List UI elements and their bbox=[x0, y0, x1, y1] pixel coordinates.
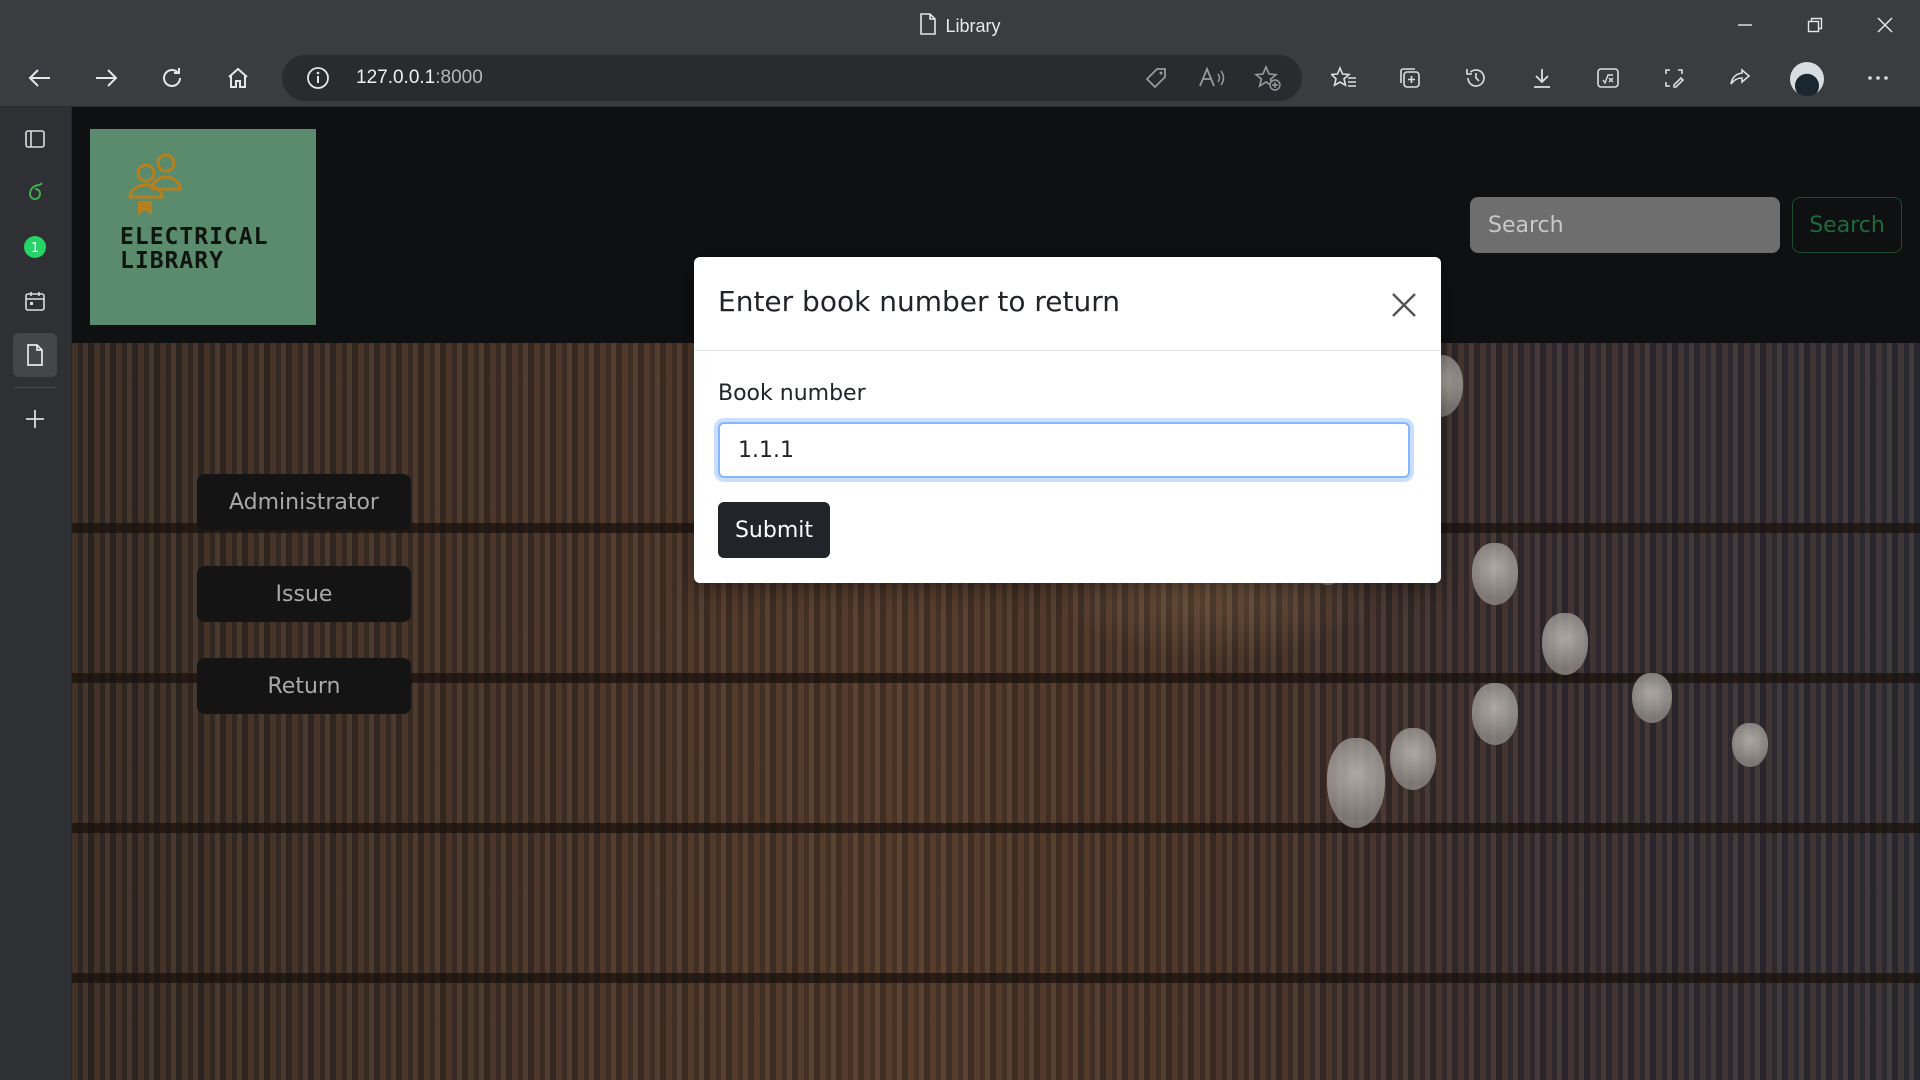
window-title: Library bbox=[0, 13, 1920, 40]
forward-button[interactable] bbox=[86, 58, 126, 98]
title-bar: Library bbox=[0, 0, 1920, 50]
home-button[interactable] bbox=[218, 58, 258, 98]
collections-icon[interactable] bbox=[1390, 58, 1430, 98]
page-panel-icon[interactable] bbox=[13, 333, 57, 377]
read-aloud-icon[interactable] bbox=[1198, 66, 1226, 94]
search-button[interactable]: Search bbox=[1792, 197, 1902, 253]
shelf-line bbox=[72, 823, 1920, 833]
light-bulb bbox=[1472, 683, 1518, 745]
close-window-button[interactable] bbox=[1850, 0, 1920, 50]
shelf-line bbox=[72, 973, 1920, 983]
minimize-button[interactable] bbox=[1710, 0, 1780, 50]
book-number-input[interactable] bbox=[718, 422, 1410, 478]
light-bulb bbox=[1390, 728, 1436, 790]
light-bulb bbox=[1632, 673, 1672, 723]
light-bulb bbox=[1472, 543, 1518, 605]
light-bulb bbox=[1732, 723, 1768, 767]
page-icon bbox=[919, 13, 937, 40]
browser-sidebar: 1 bbox=[0, 107, 72, 1080]
add-sidebar-app-icon[interactable] bbox=[13, 397, 57, 441]
url-text[interactable]: 127.0.0.1:8000 bbox=[356, 67, 483, 89]
svg-text:1: 1 bbox=[31, 241, 39, 256]
return-button[interactable]: Return bbox=[197, 658, 411, 714]
sidebar-divider bbox=[14, 387, 56, 388]
favorites-icon[interactable] bbox=[1324, 58, 1364, 98]
window-title-text: Library bbox=[945, 16, 1001, 36]
restore-button[interactable] bbox=[1780, 0, 1850, 50]
issue-button[interactable]: Issue bbox=[197, 566, 411, 622]
info-icon[interactable] bbox=[306, 66, 330, 94]
web-capture-icon[interactable] bbox=[1654, 58, 1694, 98]
web-page: ELECTRICAL LIBRARY Search Administrator … bbox=[72, 107, 1920, 1080]
site-logo[interactable]: ELECTRICAL LIBRARY bbox=[90, 129, 316, 325]
book-number-label: Book number bbox=[718, 381, 866, 406]
back-button[interactable] bbox=[20, 58, 60, 98]
profile-avatar[interactable] bbox=[1790, 62, 1824, 96]
light-bulb bbox=[1327, 738, 1385, 828]
whatsapp-icon[interactable]: 1 bbox=[13, 225, 57, 269]
modal-close-button[interactable] bbox=[1384, 285, 1424, 325]
refresh-button[interactable] bbox=[152, 58, 192, 98]
modal-header: Enter book number to return bbox=[694, 257, 1441, 351]
logo-text: ELECTRICAL LIBRARY bbox=[120, 225, 310, 273]
logo-line-2: LIBRARY bbox=[120, 248, 224, 274]
math-solver-icon[interactable] bbox=[1588, 58, 1628, 98]
shopping-tag-icon[interactable] bbox=[1144, 66, 1170, 94]
submit-button[interactable]: Submit bbox=[718, 502, 830, 558]
share-icon[interactable] bbox=[1720, 58, 1760, 98]
history-icon[interactable] bbox=[1456, 58, 1496, 98]
library-people-icon bbox=[124, 149, 196, 223]
app-green-leaf-icon[interactable] bbox=[13, 171, 57, 215]
add-favorite-icon[interactable] bbox=[1253, 64, 1282, 95]
return-book-modal: Enter book number to return Book number … bbox=[694, 257, 1441, 583]
light-bulb bbox=[1542, 613, 1588, 675]
logo-line-1: ELECTRICAL bbox=[120, 224, 269, 250]
browser-toolbar: 127.0.0.1:8000 bbox=[0, 50, 1920, 107]
more-options-icon[interactable] bbox=[1858, 58, 1898, 98]
administrator-button[interactable]: Administrator bbox=[197, 474, 411, 530]
tab-actions-icon[interactable] bbox=[13, 117, 57, 161]
close-icon bbox=[1392, 293, 1416, 317]
modal-title: Enter book number to return bbox=[718, 285, 1121, 318]
search-input[interactable] bbox=[1470, 197, 1780, 253]
downloads-icon[interactable] bbox=[1522, 58, 1562, 98]
calendar-icon[interactable] bbox=[13, 279, 57, 323]
address-bar[interactable]: 127.0.0.1:8000 bbox=[282, 55, 1302, 101]
